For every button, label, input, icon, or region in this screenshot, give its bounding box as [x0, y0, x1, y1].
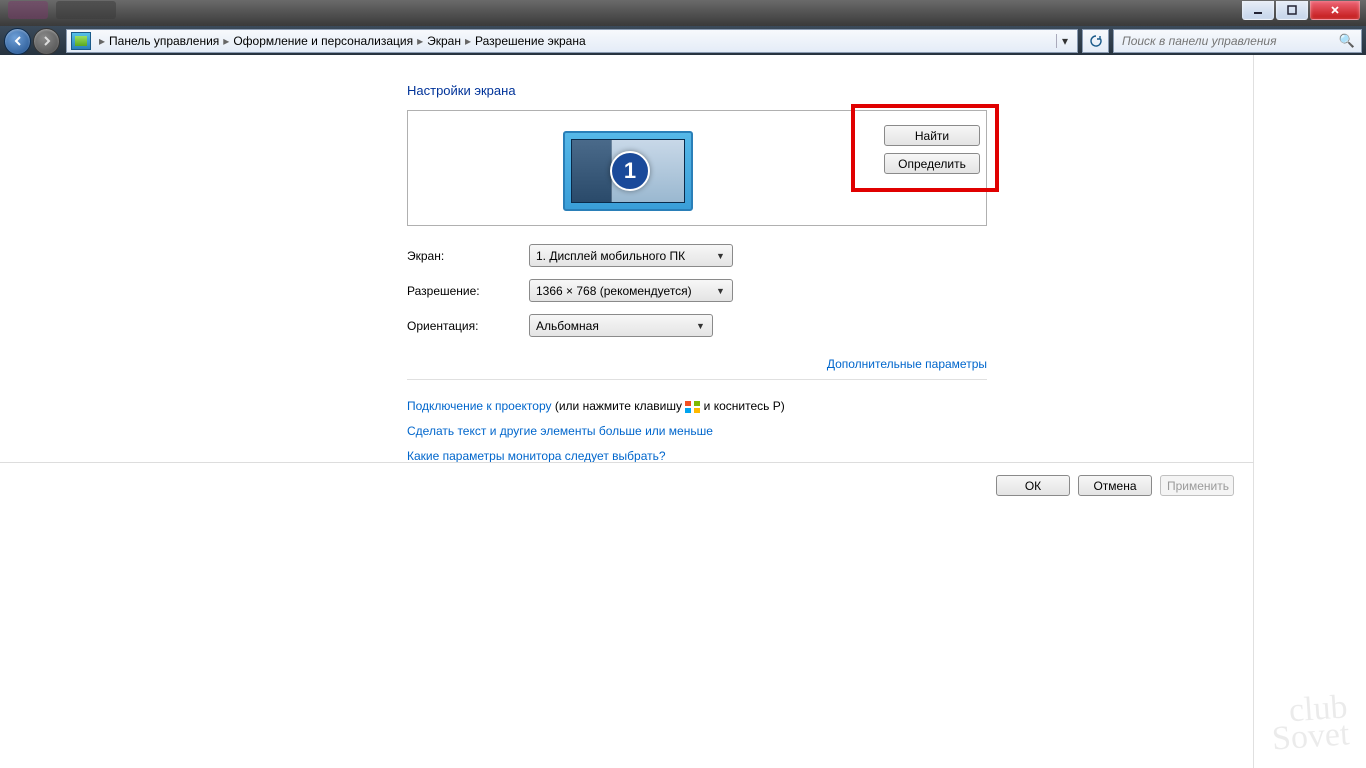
- main-panel: Настройки экрана 1 Найти Определить Экра…: [407, 55, 987, 470]
- tutorial-highlight: [851, 104, 999, 192]
- chevron-right-icon: ▸: [465, 34, 471, 48]
- monitor-number-badge: 1: [610, 151, 650, 191]
- content-area: Настройки экрана 1 Найти Определить Экра…: [0, 55, 1366, 768]
- projector-hint-b: и коснитесь P): [700, 399, 784, 413]
- orientation-label: Ориентация:: [407, 319, 529, 333]
- close-button[interactable]: [1310, 1, 1360, 20]
- orientation-dropdown[interactable]: Альбомная ▼: [529, 314, 713, 337]
- windows-key-icon: [685, 401, 700, 413]
- back-button[interactable]: [4, 28, 31, 55]
- breadcrumb-l1[interactable]: Оформление и персонализация: [233, 34, 413, 48]
- chevron-right-icon: ▸: [417, 34, 423, 48]
- breadcrumb-root[interactable]: Панель управления: [109, 34, 219, 48]
- screen-dropdown[interactable]: 1. Дисплей мобильного ПК ▼: [529, 244, 733, 267]
- watermark: clubSovet: [1269, 693, 1350, 753]
- chevron-down-icon: ▼: [713, 248, 728, 263]
- control-panel-icon: [71, 32, 91, 50]
- address-dropdown[interactable]: ▾: [1056, 34, 1073, 48]
- bg-blur: [8, 1, 48, 19]
- search-box[interactable]: 🔍: [1113, 29, 1362, 53]
- page-title: Настройки экрана: [407, 83, 987, 98]
- orientation-value: Альбомная: [536, 319, 599, 333]
- display-arrangement-box: 1 Найти Определить: [407, 110, 987, 226]
- chevron-down-icon: ▼: [713, 283, 728, 298]
- forward-button[interactable]: [33, 28, 60, 55]
- projector-hint-a: (или нажмите клавишу: [552, 399, 686, 413]
- text-size-link[interactable]: Сделать текст и другие элементы больше и…: [407, 424, 713, 438]
- resolution-dropdown[interactable]: 1366 × 768 (рекомендуется) ▼: [529, 279, 733, 302]
- apply-button: Применить: [1160, 475, 1234, 496]
- monitor-preview[interactable]: 1: [563, 131, 693, 211]
- screen-value: 1. Дисплей мобильного ПК: [536, 249, 685, 263]
- divider: [1253, 55, 1254, 768]
- chevron-down-icon: ▼: [693, 318, 708, 333]
- detect-button[interactable]: Определить: [884, 153, 980, 174]
- find-button[interactable]: Найти: [884, 125, 980, 146]
- minimize-button[interactable]: [1242, 1, 1274, 20]
- ok-button[interactable]: ОК: [996, 475, 1070, 496]
- breadcrumb-l2[interactable]: Экран: [427, 34, 461, 48]
- explorer-navbar: ▸ Панель управления ▸ Оформление и персо…: [0, 26, 1366, 57]
- search-input[interactable]: [1120, 33, 1339, 49]
- maximize-button[interactable]: [1276, 1, 1308, 20]
- resolution-value: 1366 × 768 (рекомендуется): [536, 284, 692, 298]
- cancel-button[interactable]: Отмена: [1078, 475, 1152, 496]
- breadcrumb-l3[interactable]: Разрешение экрана: [475, 34, 586, 48]
- projector-link[interactable]: Подключение к проектору: [407, 399, 552, 413]
- bg-blur: [56, 1, 116, 19]
- screen-label: Экран:: [407, 249, 529, 263]
- chevron-right-icon: ▸: [223, 34, 229, 48]
- help-links: Подключение к проектору (или нажмите кла…: [407, 379, 987, 470]
- settings-form: Экран: 1. Дисплей мобильного ПК ▼ Разреш…: [407, 244, 987, 337]
- advanced-settings-link[interactable]: Дополнительные параметры: [827, 357, 987, 371]
- dialog-footer: ОК Отмена Применить: [0, 462, 1254, 508]
- search-icon[interactable]: 🔍: [1339, 33, 1355, 49]
- window-titlebar: [0, 0, 1366, 26]
- refresh-button[interactable]: [1082, 29, 1109, 53]
- address-bar[interactable]: ▸ Панель управления ▸ Оформление и персо…: [66, 29, 1078, 53]
- resolution-label: Разрешение:: [407, 284, 529, 298]
- chevron-right-icon: ▸: [99, 34, 105, 48]
